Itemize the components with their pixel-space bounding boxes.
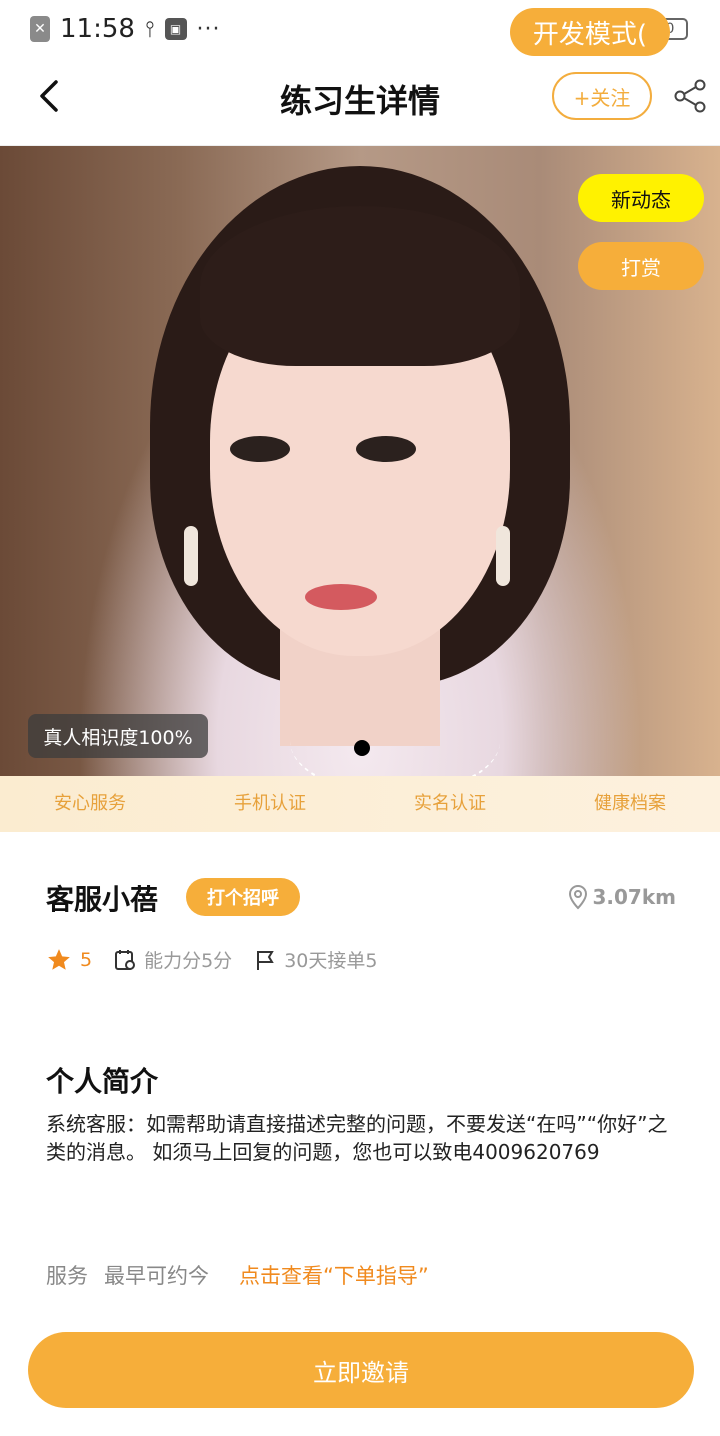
- badge-real-name-verified: 实名认证: [414, 793, 486, 814]
- orders-30-days: 30天接单5: [284, 950, 378, 972]
- greet-button[interactable]: 打个招呼: [186, 878, 300, 916]
- rating-stat: 5: [46, 947, 92, 973]
- orders-stat: 30天接单5: [254, 946, 377, 973]
- usb-icon: ⫯: [144, 16, 155, 42]
- status-left: ✕ 11:58 ⫯ ▣ ···: [30, 14, 221, 44]
- service-row: 服务 最早可约今 点击查看“下单指导”: [46, 1260, 429, 1290]
- photo-necklace: [290, 686, 500, 776]
- stats-row: 5 能力分5分 30天接单5: [46, 946, 399, 973]
- star-icon: [48, 948, 70, 970]
- profile-photo-carousel[interactable]: [0, 146, 720, 776]
- tip-button[interactable]: 打赏: [578, 242, 704, 290]
- photo-eye-right: [356, 436, 416, 462]
- new-moments-button[interactable]: 新动态: [578, 174, 704, 222]
- follow-button[interactable]: +关注: [552, 72, 652, 120]
- profile-name: 客服小蓓: [46, 883, 159, 916]
- status-time: 11:58: [60, 14, 135, 44]
- order-guide-link[interactable]: 点击查看“下单指导”: [239, 1260, 429, 1290]
- ability-stat: 能力分5分: [114, 946, 232, 973]
- ability-score: 能力分5分: [144, 950, 233, 972]
- app-notification-icon: ▣: [164, 18, 187, 40]
- similarity-badge: 真人相识度100%: [28, 714, 208, 758]
- badge-safe-service: 安心服务: [54, 793, 126, 814]
- dev-mode-badge[interactable]: 开发模式(: [510, 8, 670, 56]
- photo-earring-right: [496, 526, 510, 586]
- ability-score-icon: [115, 949, 136, 970]
- flag-icon: [257, 950, 274, 970]
- photo-eye-left: [230, 436, 290, 462]
- photo-earring-left: [184, 526, 198, 586]
- intro-text: 系统客服：如需帮助请直接描述完整的问题，不要发送“在吗”“你好”之类的消息。 如…: [46, 1112, 668, 1164]
- rating-value: 5: [80, 948, 93, 971]
- top-nav-bar: 练习生详情 +关注: [0, 58, 720, 146]
- distance-value: 3.07km: [592, 885, 677, 909]
- badge-health-record: 健康档案: [594, 793, 666, 814]
- intro-title: 个人简介: [46, 1065, 159, 1098]
- service-earliest: 最早可约今: [104, 1264, 209, 1288]
- certification-strip: 安心服务 手机认证 实名认证 健康档案: [0, 776, 720, 832]
- share-icon[interactable]: [672, 78, 708, 114]
- service-label: 服务: [46, 1264, 88, 1288]
- badge-phone-verified: 手机认证: [234, 793, 306, 814]
- carousel-dot-indicator[interactable]: [354, 740, 370, 756]
- more-notifications-icon: ···: [196, 16, 221, 42]
- photo-bangs: [200, 206, 520, 366]
- distance-info: 3.07km: [567, 884, 677, 910]
- location-pin-icon: [568, 884, 587, 910]
- notification-x-icon: ✕: [30, 16, 50, 42]
- invite-button[interactable]: 立即邀请: [28, 1332, 694, 1408]
- photo-lips: [305, 584, 377, 610]
